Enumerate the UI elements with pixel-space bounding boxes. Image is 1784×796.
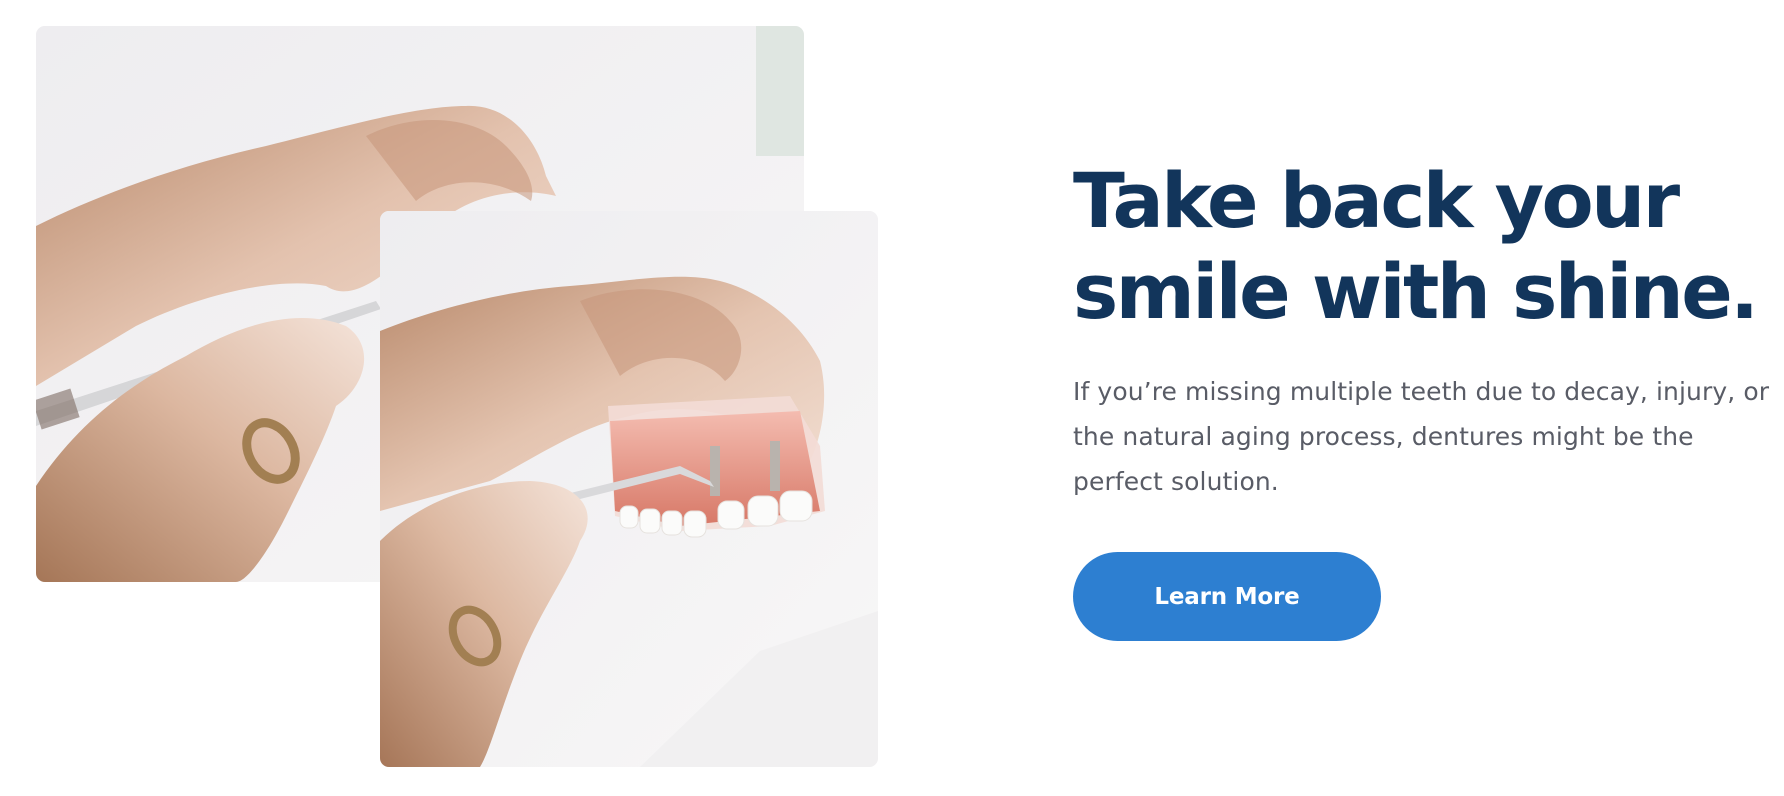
intro-paragraph: If you’re missing multiple teeth due to … xyxy=(1073,377,1770,496)
dental-model-photo-closeup xyxy=(380,211,878,767)
headline-line-1: Take back your xyxy=(1073,156,1680,245)
hero-section: Take back your smile with shine. If you’… xyxy=(0,0,1784,796)
page-title: Take back your smile with shine. xyxy=(1073,155,1773,337)
learn-more-button[interactable]: Learn More xyxy=(1073,552,1381,641)
hero-content: Take back your smile with shine. If you’… xyxy=(1073,155,1773,504)
headline-line-2: smile with shine. xyxy=(1073,247,1759,336)
